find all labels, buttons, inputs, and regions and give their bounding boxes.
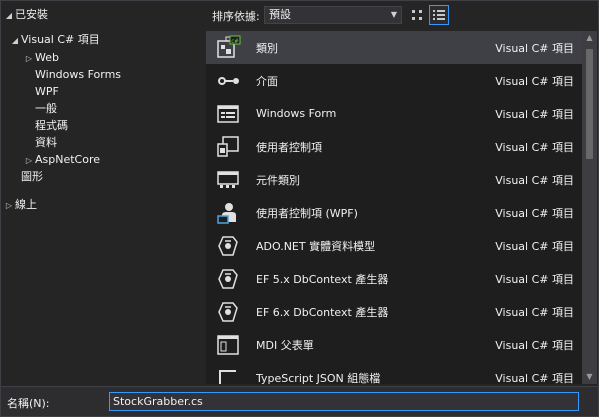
sort-dropdown[interactable]: 預設 ▼	[264, 6, 402, 24]
file-name-input[interactable]	[109, 392, 579, 411]
tree-item-installed[interactable]: ◢ 已安裝	[3, 6, 48, 23]
tree-item-data[interactable]: 資料	[35, 134, 57, 151]
list-view-button[interactable]	[429, 5, 449, 25]
typescript-json-icon	[210, 361, 246, 384]
tree-item-code[interactable]: 程式碼	[35, 117, 68, 134]
small-icons-view-button[interactable]	[407, 5, 427, 25]
tree-item-online[interactable]: ▷ 線上	[3, 196, 37, 213]
category-tree: ◢ 已安裝 ◢ Visual C# 項目 ▷ Web Windows Forms WP…	[1, 1, 201, 384]
interface-icon	[210, 64, 246, 97]
class-icon: c#	[210, 31, 246, 64]
template-item[interactable]: 使用者控制項 (WPF) Visual C# 項目	[206, 196, 582, 229]
tree-item-graphics[interactable]: 圖形	[21, 168, 43, 185]
collapsed-arrow-icon[interactable]: ▷	[23, 152, 35, 169]
name-bar: 名稱(N):	[1, 386, 598, 416]
sort-toolbar: 排序依據: 預設 ▼	[202, 1, 598, 29]
tree-item-web[interactable]: ▷ Web	[23, 49, 59, 66]
chevron-down-icon: ▼	[390, 10, 397, 19]
name-label: 名稱(N):	[7, 397, 50, 410]
expanded-arrow-icon[interactable]: ◢	[3, 7, 15, 24]
tree-item-general[interactable]: 一般	[35, 100, 57, 117]
template-list-scrollbar[interactable]: ▲ ▼	[582, 31, 597, 384]
ef-generator-icon	[210, 262, 246, 295]
expanded-arrow-icon[interactable]: ◢	[9, 32, 21, 49]
tree-item-visual-csharp[interactable]: ◢ Visual C# 項目	[9, 31, 100, 48]
ado-net-entity-model-icon	[210, 229, 246, 262]
template-item[interactable]: c# 類別 Visual C# 項目	[206, 31, 582, 64]
template-item[interactable]: 介面 Visual C# 項目	[206, 64, 582, 97]
grid-view-icon	[412, 10, 422, 20]
template-item[interactable]: 元件類別 Visual C# 項目	[206, 163, 582, 196]
sort-label: 排序依據:	[212, 10, 260, 23]
tree-item-aspnetcore[interactable]: ▷ AspNetCore	[23, 151, 100, 168]
template-item[interactable]: EF 5.x DbContext 產生器 Visual C# 項目	[206, 262, 582, 295]
scrollbar-thumb[interactable]	[586, 49, 593, 159]
template-item[interactable]: TypeScript JSON 組態檔 Visual C# 項目	[206, 361, 582, 384]
collapsed-arrow-icon[interactable]: ▷	[23, 50, 35, 67]
windows-form-icon	[210, 97, 246, 130]
component-class-icon	[210, 163, 246, 196]
template-item[interactable]: Windows Form Visual C# 項目	[206, 97, 582, 130]
scroll-down-arrow-icon[interactable]: ▼	[582, 370, 597, 384]
user-control-icon	[210, 130, 246, 163]
collapsed-arrow-icon[interactable]: ▷	[3, 197, 15, 214]
svg-text:c#: c#	[231, 38, 239, 45]
tree-item-wpf[interactable]: WPF	[35, 83, 59, 100]
template-item[interactable]: 使用者控制項 Visual C# 項目	[206, 130, 582, 163]
ef-generator-icon	[210, 295, 246, 328]
template-item[interactable]: EF 6.x DbContext 產生器 Visual C# 項目	[206, 295, 582, 328]
user-control-wpf-icon	[210, 196, 246, 229]
template-list: c# 類別 Visual C# 項目 介面 Visual C# 項目 Windo…	[206, 31, 582, 384]
scroll-up-arrow-icon[interactable]: ▲	[582, 31, 597, 45]
tree-item-windows-forms[interactable]: Windows Forms	[35, 66, 121, 83]
list-view-icon	[433, 10, 445, 20]
template-item[interactable]: ADO.NET 實體資料模型 Visual C# 項目	[206, 229, 582, 262]
mdi-parent-form-icon	[210, 328, 246, 361]
template-item[interactable]: MDI 父表單 Visual C# 項目	[206, 328, 582, 361]
